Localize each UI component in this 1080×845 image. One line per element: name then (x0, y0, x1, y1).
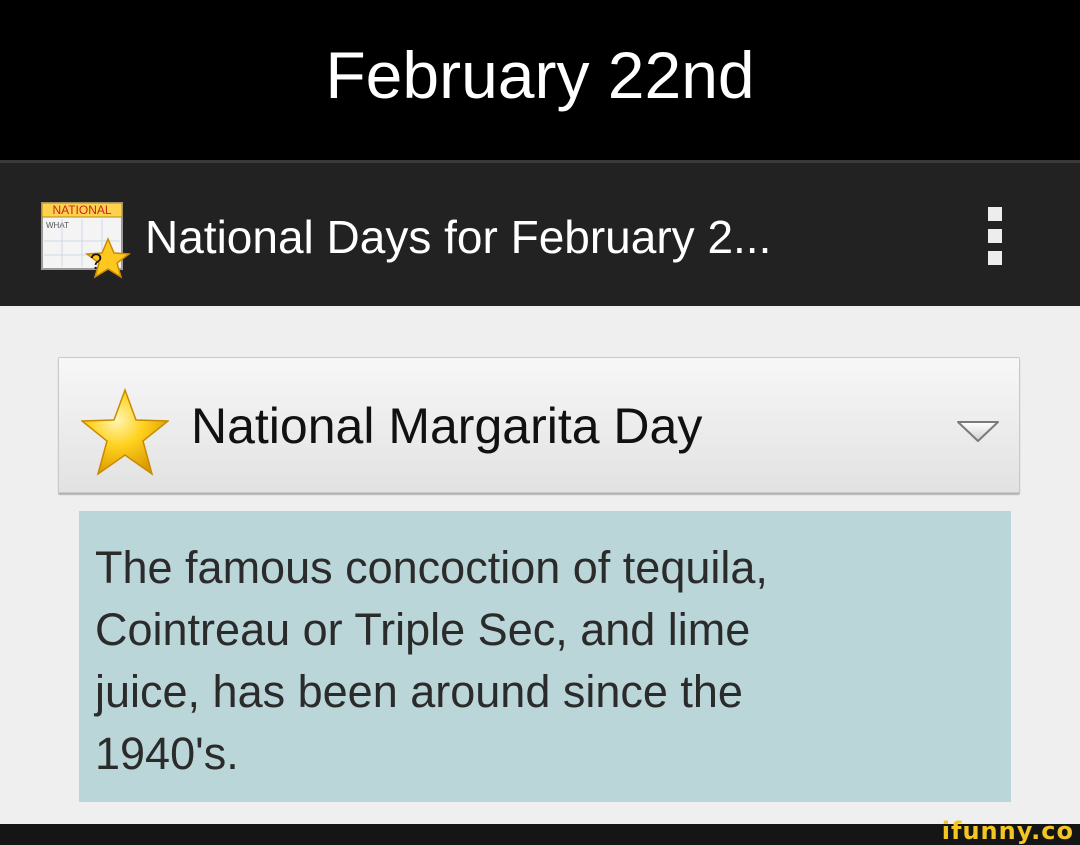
icon-banner-text: NATIONAL (52, 203, 111, 217)
icon-question-mark: ? (90, 249, 102, 274)
app-title: National Days for February 2... (145, 211, 772, 263)
app-action-bar: NATIONAL WHAT ? National Days for Februa… (0, 160, 1080, 306)
description-line: juice, has been around since the (95, 666, 743, 717)
caption-banner: February 22nd (0, 0, 1080, 160)
watermark: ifunny.co (941, 817, 1074, 845)
description-line: The famous concoction of tequila, (95, 542, 768, 593)
day-selector-dropdown[interactable]: National Margarita Day (58, 357, 1020, 493)
chevron-down-icon[interactable] (955, 418, 1001, 444)
icon-small-text: WHAT (46, 221, 69, 230)
overflow-menu-icon[interactable] (982, 201, 1012, 271)
caption-title: February 22nd (325, 38, 755, 112)
national-day-calendar-icon[interactable]: NATIONAL WHAT ? (40, 199, 132, 279)
selected-day-label: National Margarita Day (191, 398, 703, 454)
bottom-strip (0, 824, 1080, 845)
content-area: National Margarita Day The famous concoc… (0, 306, 1080, 824)
description-line: 1940's. (95, 728, 239, 779)
description-line: Cointreau or Triple Sec, and lime (95, 604, 751, 655)
day-description: The famous concoction of tequila, Cointr… (79, 511, 1011, 802)
star-icon (81, 388, 169, 476)
